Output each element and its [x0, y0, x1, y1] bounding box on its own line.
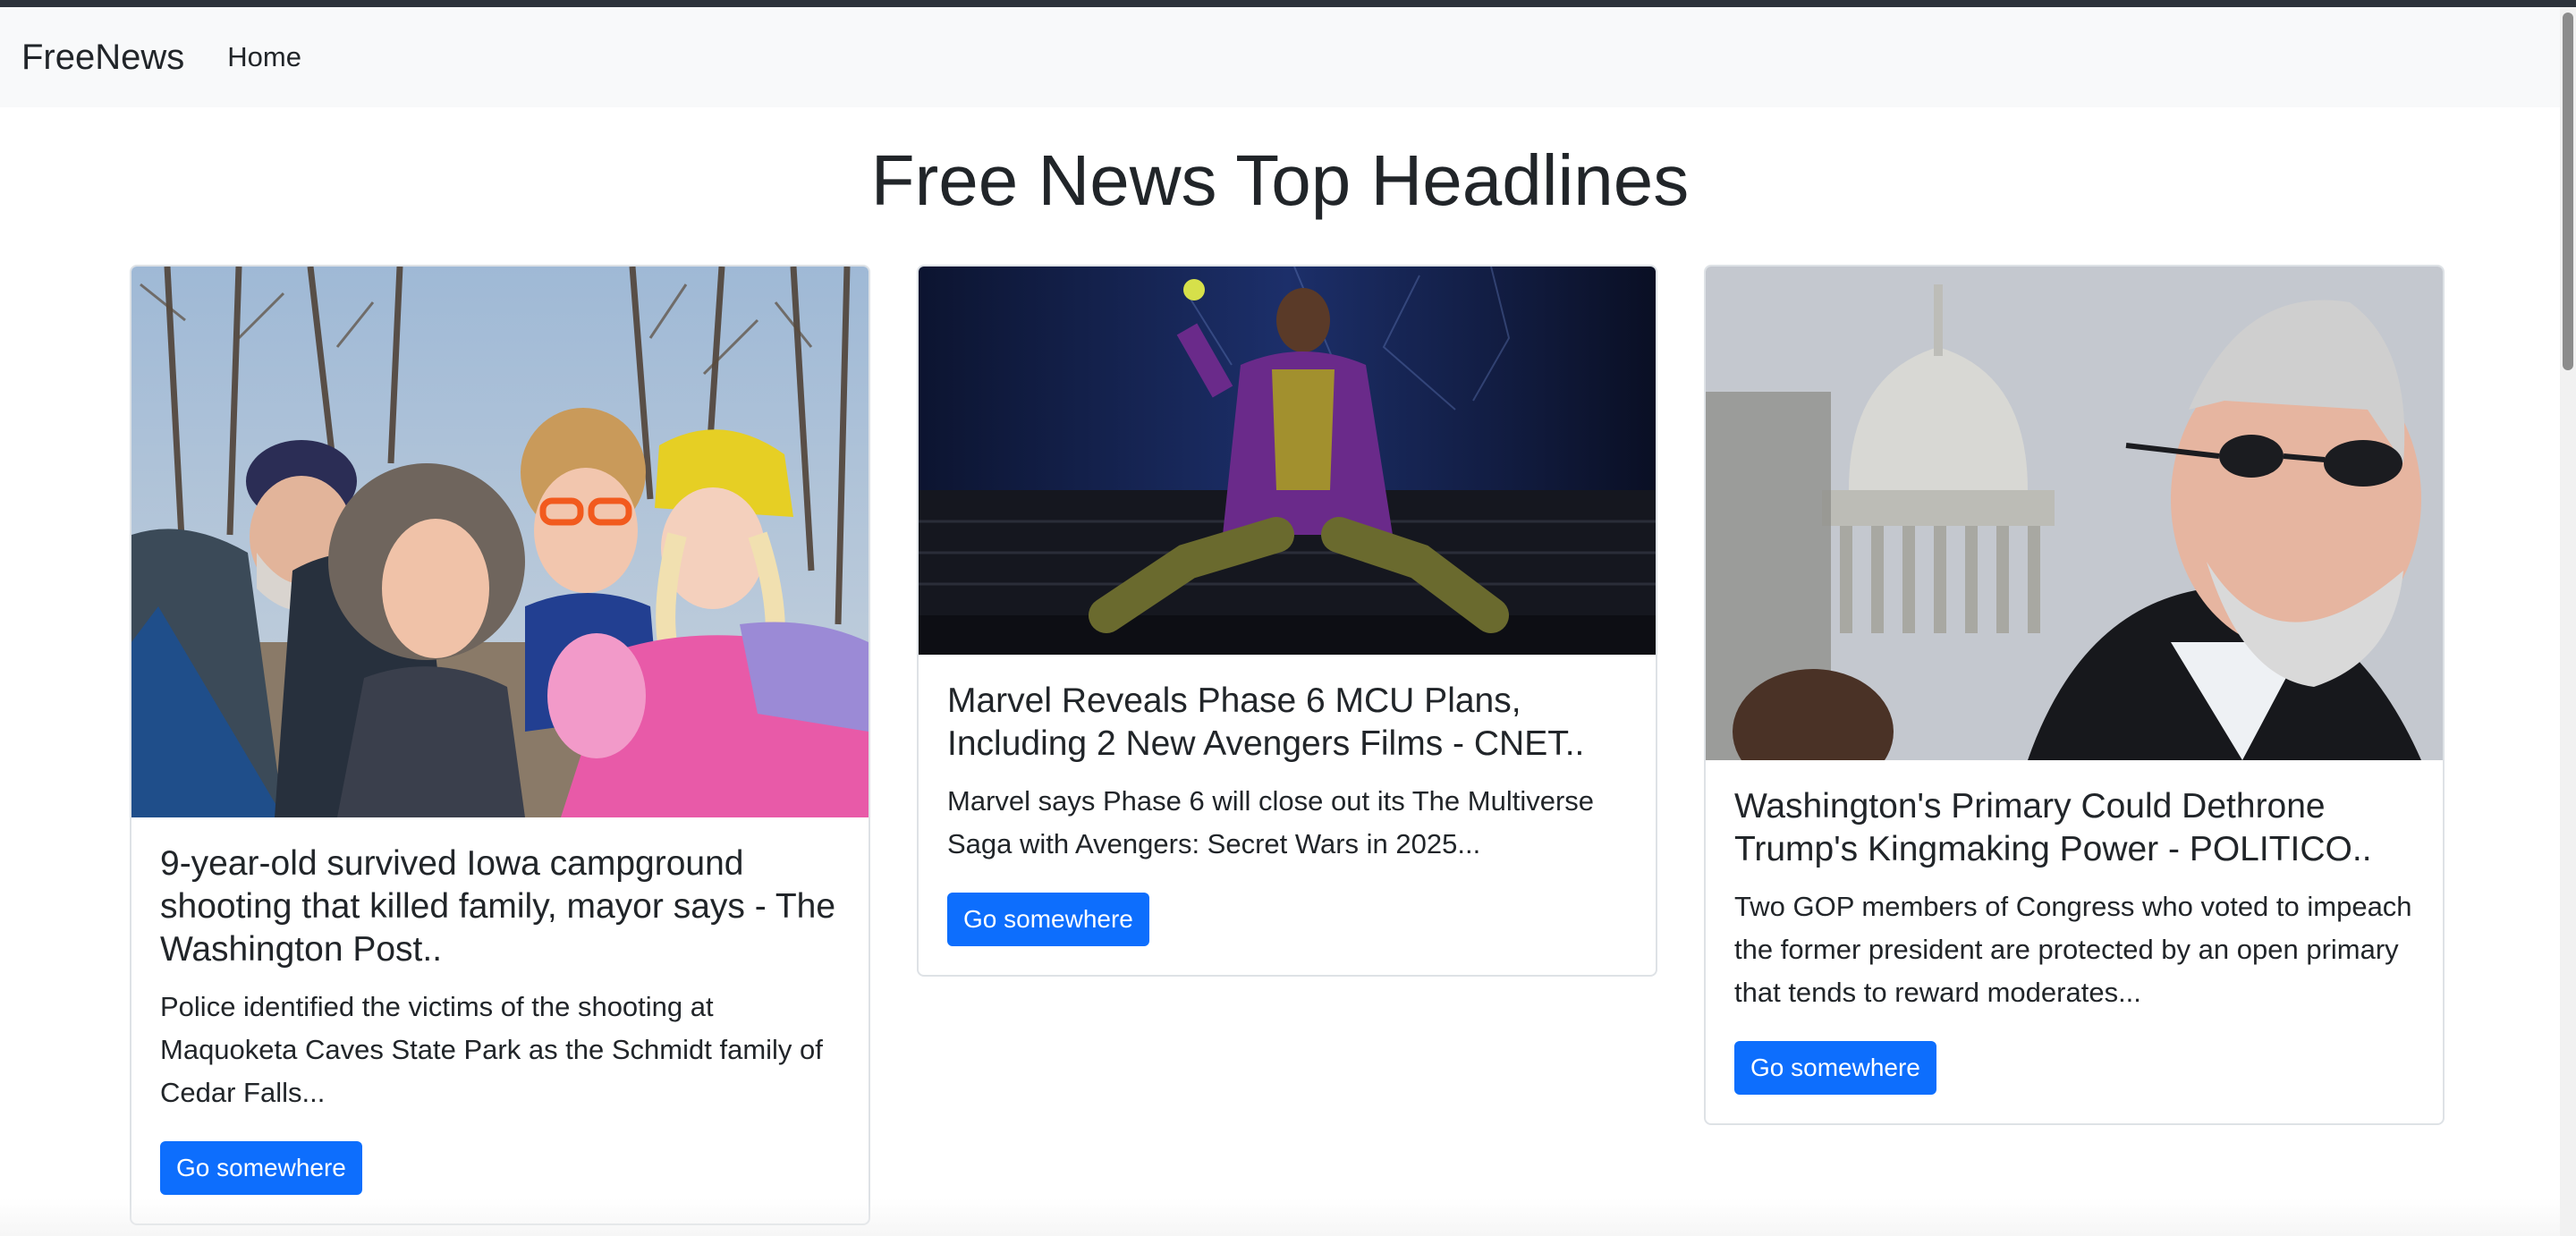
- card-body: Washington's Primary Could Dethrone Trum…: [1706, 760, 2443, 1123]
- news-card: Marvel Reveals Phase 6 MCU Plans, Includ…: [917, 265, 1657, 977]
- nav-link-home[interactable]: Home: [227, 41, 301, 73]
- article-title[interactable]: 9-year-old survived Iowa campground shoo…: [160, 842, 840, 971]
- go-somewhere-button[interactable]: Go somewhere: [1734, 1041, 1936, 1095]
- article-description: Police identified the victims of the sho…: [160, 991, 823, 1108]
- navbar-brand[interactable]: FreeNews: [21, 38, 184, 78]
- article-description: Two GOP members of Congress who voted to…: [1734, 891, 2412, 1008]
- news-card: 9-year-old survived Iowa campground shoo…: [130, 265, 870, 1225]
- article-image: [1706, 267, 2443, 760]
- card-body: Marvel Reveals Phase 6 MCU Plans, Includ…: [919, 655, 1656, 975]
- window-top-border: [0, 0, 2576, 7]
- news-card: Washington's Primary Could Dethrone Trum…: [1704, 265, 2445, 1125]
- vertical-scrollbar[interactable]: [2560, 7, 2576, 1236]
- article-description: Marvel says Phase 6 will close out its T…: [947, 785, 1595, 859]
- page-title: Free News Top Headlines: [870, 140, 1690, 220]
- article-title[interactable]: Marvel Reveals Phase 6 MCU Plans, Includ…: [947, 680, 1627, 766]
- article-title[interactable]: Washington's Primary Could Dethrone Trum…: [1734, 785, 2414, 871]
- scrollbar-thumb[interactable]: [2563, 13, 2573, 370]
- go-somewhere-button[interactable]: Go somewhere: [947, 893, 1149, 946]
- card-body: 9-year-old survived Iowa campground shoo…: [131, 817, 869, 1223]
- go-somewhere-button[interactable]: Go somewhere: [160, 1141, 362, 1195]
- article-image: [131, 267, 869, 817]
- navbar: FreeNews Home: [0, 7, 2560, 107]
- article-image: [919, 267, 1656, 655]
